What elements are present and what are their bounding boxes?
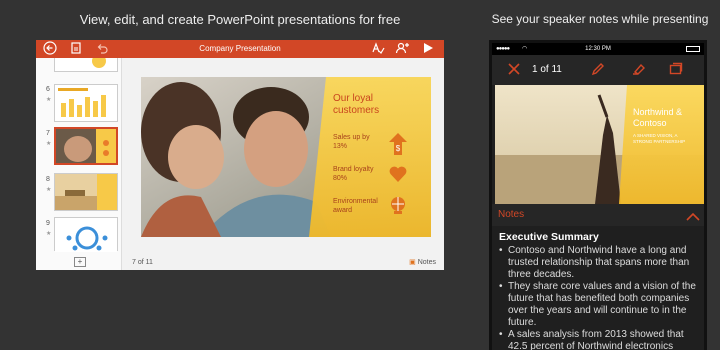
slide-number: 6 [46, 86, 50, 93]
slide-heading: Our loyal customers [333, 93, 380, 116]
right-caption: See your speaker notes while presenting [491, 12, 709, 26]
star-icon: ★ [46, 231, 52, 237]
dollar-icon: $ [389, 133, 407, 155]
notes-bullet: Contoso and Northwind have a long and tr… [499, 245, 704, 281]
slide-item-loyalty: Brand loyalty 80% [333, 166, 374, 182]
presenter-toolbar: 1 of 11 [492, 55, 704, 85]
share-icon[interactable] [394, 41, 410, 57]
slide-position: 7 of 11 [132, 259, 153, 266]
notes-list: Contoso and Northwind have a long and tr… [499, 245, 704, 350]
presenter-slide-title: Northwind & Contoso [633, 107, 683, 128]
chevron-up-icon[interactable] [686, 209, 700, 227]
add-slide-button[interactable]: + [74, 257, 86, 267]
clock: 12:30 PM [585, 46, 611, 52]
slide-editor: Our loyal customers Sales up by 13% Bran… [122, 58, 444, 270]
current-slide[interactable]: Our loyal customers Sales up by 13% Bran… [141, 77, 431, 237]
notes-heading: Executive Summary [499, 231, 599, 243]
speaker-notes: Executive Summary Contoso and Northwind … [499, 231, 704, 350]
slide-number: 9 [46, 220, 50, 227]
slides-icon[interactable] [668, 62, 684, 78]
close-icon[interactable] [506, 62, 522, 78]
presenter-slide[interactable]: Northwind & Contoso A SHARED VISION, A S… [495, 85, 704, 204]
heart-icon [389, 166, 407, 182]
pen-icon[interactable] [590, 62, 606, 78]
notes-button-label: Notes [417, 259, 436, 266]
tablet-title-bar: Company Presentation [36, 40, 444, 58]
slide-thumbnail-9[interactable] [54, 217, 118, 252]
highlighter-icon[interactable] [630, 62, 646, 78]
notes-header[interactable]: Notes [492, 204, 704, 227]
slide-thumbnail-pane: 6 ★ 7 ★ 8 ★ 9 ★ + [36, 54, 122, 270]
play-icon[interactable] [420, 41, 436, 57]
slide-counter: 1 of 11 [532, 64, 562, 75]
slide-number: 7 [46, 130, 50, 137]
status-bar: ●●●●● ◠ 12:30 PM [492, 43, 704, 55]
slide-thumbnail-7-selected[interactable] [54, 127, 118, 165]
notes-button[interactable]: ▣ Notes [409, 258, 436, 266]
star-icon: ★ [46, 97, 52, 103]
spelling-icon[interactable] [370, 41, 386, 57]
globe-icon [391, 197, 405, 214]
star-icon: ★ [46, 141, 52, 147]
presenter-slide-subtitle: A SHARED VISION, A STRONG PARTNERSHIP [633, 133, 686, 144]
battery-icon [686, 46, 700, 52]
tablet-app-window: Company Presentation 6 ★ 7 ★ 8 ★ 9 ★ + O… [36, 40, 444, 270]
svg-text:$: $ [396, 144, 401, 153]
notes-bullet: They share core values and a vision of t… [499, 281, 704, 329]
notes-bullet: A sales analysis from 2013 showed that 4… [499, 329, 704, 350]
slide-number: 8 [46, 176, 50, 183]
star-icon: ★ [46, 187, 52, 193]
left-caption: View, edit, and create PowerPoint presen… [79, 12, 401, 27]
notes-label: Notes [498, 209, 525, 220]
slide-item-sales: Sales up by 13% [333, 134, 370, 150]
phone-app-window: ●●●●● ◠ 12:30 PM 1 of 11 Northwind & Con… [489, 40, 707, 350]
slide-thumbnail-8[interactable] [54, 173, 118, 211]
slide-item-environment: Environmental award [333, 198, 378, 214]
notes-icon: ▣ [409, 259, 418, 266]
slide-thumbnail-5[interactable] [54, 54, 118, 72]
slide-thumbnail-6[interactable] [54, 84, 118, 122]
